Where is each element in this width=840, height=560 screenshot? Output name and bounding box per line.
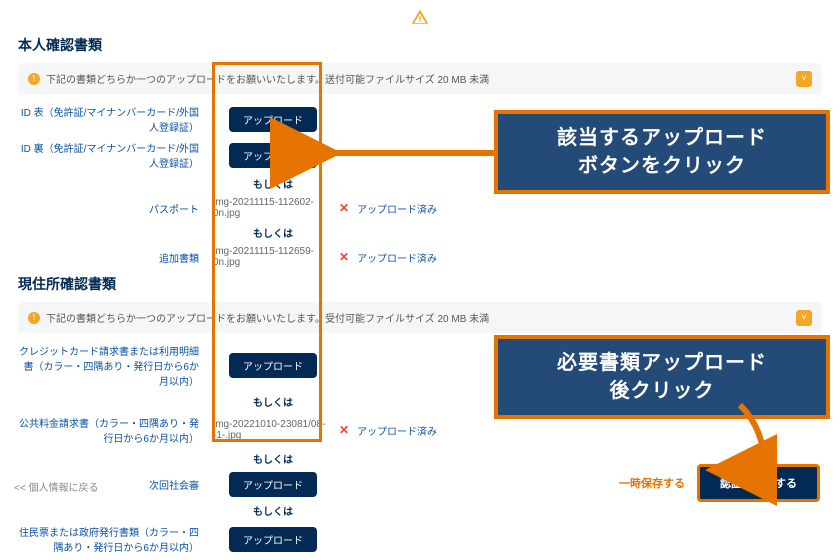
- delete-icon[interactable]: ✕: [339, 201, 349, 215]
- address-note-text: 下記の書類どちらか一つのアップロードをお願いいたします。受付可能ファイルサイズ …: [46, 310, 489, 325]
- upload-button-extra2[interactable]: アップロード: [229, 472, 317, 497]
- delete-icon-2[interactable]: ✕: [339, 250, 349, 264]
- identity-note-text: 下記の書類どちらか一つのアップロードをお願いいたします。送付可能ファイルサイズ …: [46, 71, 489, 86]
- utility-done: アップロード済み: [357, 423, 437, 438]
- passport-done: アップロード済み: [357, 201, 437, 216]
- footer-buttons: 一時保存する 認証を送信する: [619, 464, 820, 502]
- extra-doc-row: 追加書類 img-20211115-112659-0n.jpg ✕ アップロード…: [18, 246, 822, 268]
- id-back-label: ID 裏（免許証/マイナンバーカード/外国人登録証）: [18, 140, 213, 170]
- utility-label: 公共料金請求書（カラー・四隅あり・発行日から6か月以内）: [18, 415, 213, 445]
- delete-icon-3[interactable]: ✕: [339, 423, 349, 437]
- back-link[interactable]: << 個人情報に戻る: [14, 479, 98, 494]
- passport-label: パスポート: [18, 201, 213, 216]
- or-text: もしくは: [253, 176, 293, 191]
- upload-button-id-back[interactable]: アップロード: [229, 143, 317, 168]
- passport-row: パスポート img-20211115-112602-0n.jpg ✕ アップロー…: [18, 197, 822, 219]
- or-text-4: もしくは: [253, 451, 293, 466]
- identity-title: 本人確認書類: [18, 35, 822, 55]
- passport-filename: img-20211115-112602-0n.jpg: [213, 197, 333, 219]
- extra-done: アップロード済み: [357, 250, 437, 265]
- or-text-3: もしくは: [253, 394, 293, 409]
- info-icon: !: [28, 73, 40, 85]
- resident-label: 住民票または政府発行書類（カラー・四隅あり・発行日から6か月以内）: [18, 524, 213, 554]
- or-text-5: もしくは: [253, 503, 293, 518]
- utility-row: 公共料金請求書（カラー・四隅あり・発行日から6か月以内） img-2022101…: [18, 415, 822, 445]
- address-note: ! 下記の書類どちらか一つのアップロードをお願いいたします。受付可能ファイルサイ…: [18, 302, 822, 333]
- upload-button-cc[interactable]: アップロード: [229, 353, 317, 378]
- save-button[interactable]: 一時保存する: [619, 475, 685, 491]
- extra-filename: img-20211115-112659-0n.jpg: [213, 246, 333, 268]
- top-warning: [18, 8, 822, 29]
- identity-note: ! 下記の書類どちらか一つのアップロードをお願いいたします。送付可能ファイルサイ…: [18, 63, 822, 94]
- extra-doc-label: 追加書類: [18, 250, 213, 265]
- submit-button[interactable]: 認証を送信する: [697, 464, 820, 502]
- annotation-callout-submit: 必要書類アップロード 後クリック: [494, 335, 830, 419]
- utility-filename: img-20221010-23081/08--1-.jpg: [213, 419, 333, 441]
- chevron-down-icon-2[interactable]: ˅: [796, 310, 812, 326]
- warning-icon: [411, 8, 429, 26]
- id-front-label: ID 表（免許証/マイナンバーカード/外国人登録証）: [18, 104, 213, 134]
- upload-button-id-front[interactable]: アップロード: [229, 107, 317, 132]
- or-text-2: もしくは: [253, 225, 293, 240]
- chevron-down-icon[interactable]: ˅: [796, 71, 812, 87]
- annotation-callout-upload: 該当するアップロード ボタンをクリック: [494, 110, 830, 194]
- address-title: 現住所確認書類: [18, 274, 822, 294]
- resident-row: 住民票または政府発行書類（カラー・四隅あり・発行日から6か月以内） アップロード: [18, 524, 822, 554]
- upload-button-resident[interactable]: アップロード: [229, 527, 317, 552]
- info-icon-2: !: [28, 312, 40, 324]
- cc-statement-label: クレジットカード請求書または利用明細書（カラー・四隅あり・発行日から6か月以内）: [18, 343, 213, 388]
